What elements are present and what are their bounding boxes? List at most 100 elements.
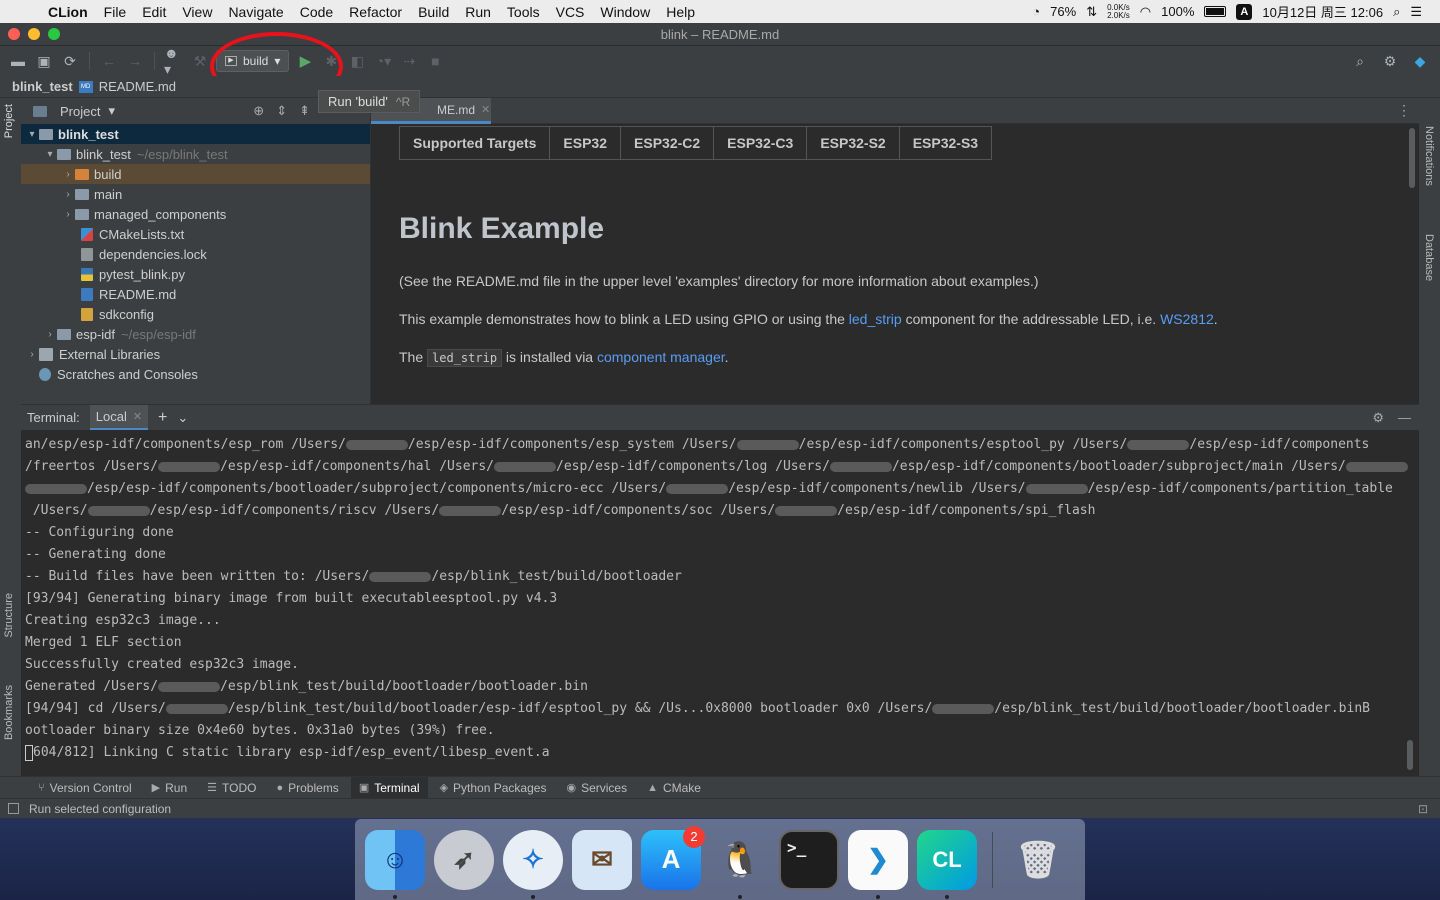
open-folder-icon[interactable]: ▬: [8, 51, 28, 71]
chevron-down-icon[interactable]: ▾: [25, 129, 39, 140]
settings-gear-icon[interactable]: ⚙: [1372, 410, 1384, 426]
hide-panel-icon[interactable]: —: [1398, 410, 1411, 426]
run-button[interactable]: ▶: [295, 51, 315, 71]
breadcrumb-file[interactable]: README.md: [99, 79, 176, 94]
dock-terminal-icon[interactable]: >_: [779, 829, 839, 890]
terminal-tab-local[interactable]: Local ✕: [89, 404, 149, 431]
battery-icon[interactable]: [1204, 6, 1227, 17]
tree-item-project-root[interactable]: ▾ blink_test: [21, 124, 370, 144]
sync-icon[interactable]: ⟳: [60, 51, 80, 71]
menu-build[interactable]: Build: [410, 4, 457, 20]
chevron-down-icon[interactable]: ⌄: [177, 410, 188, 426]
notifications-tool-button[interactable]: Notifications: [1423, 126, 1435, 186]
collapse-all-icon[interactable]: ⇞: [299, 103, 310, 119]
menu-edit[interactable]: Edit: [134, 4, 174, 20]
dock-launchpad-icon[interactable]: ➶: [434, 829, 494, 890]
tree-item-scratches[interactable]: Scratches and Consoles: [21, 364, 370, 384]
terminal-scrollbar[interactable]: [1407, 740, 1413, 770]
dock-finder-icon[interactable]: ☺: [365, 829, 425, 899]
save-all-icon[interactable]: ▣: [34, 51, 54, 71]
chevron-right-icon[interactable]: ›: [61, 209, 75, 220]
menu-window[interactable]: Window: [592, 4, 658, 20]
debug-bug-icon[interactable]: ✱: [321, 51, 341, 71]
menu-refactor[interactable]: Refactor: [341, 4, 410, 20]
tree-item-cmakelists[interactable]: CMakeLists.txt: [21, 224, 370, 244]
settings-gear-icon[interactable]: ⚙: [1380, 51, 1400, 71]
chevron-right-icon[interactable]: ›: [61, 189, 75, 200]
structure-tool-button[interactable]: Structure: [3, 593, 15, 638]
forward-arrow-icon[interactable]: →: [125, 51, 145, 71]
tool-tab-services[interactable]: ◉ Services: [558, 777, 635, 799]
menu-navigate[interactable]: Navigate: [220, 4, 291, 20]
tree-item-build[interactable]: › build: [21, 164, 370, 184]
control-center-icon[interactable]: ☰: [1410, 4, 1422, 20]
menu-tools[interactable]: Tools: [499, 4, 548, 20]
menu-view[interactable]: View: [174, 4, 220, 20]
spotlight-search-icon[interactable]: ⌕: [1393, 4, 1400, 20]
terminal-output[interactable]: an/esp/esp-idf/components/esp_rom /Users…: [21, 430, 1419, 776]
stop-icon[interactable]: ■: [425, 51, 445, 71]
chevron-right-icon[interactable]: ›: [43, 329, 57, 340]
dock-clion-icon[interactable]: CL: [917, 829, 977, 899]
editor-scrollbar[interactable]: [1409, 128, 1415, 188]
run-configuration-selector[interactable]: ▶ build ▾: [216, 50, 290, 72]
ws2812-link[interactable]: WS2812: [1160, 311, 1214, 327]
tree-item-sdkconfig[interactable]: sdkconfig: [21, 304, 370, 324]
lock-icon[interactable]: ⊡: [1418, 802, 1440, 816]
tool-tab-version-control[interactable]: ⑂ Version Control: [30, 777, 140, 799]
attach-debugger-icon[interactable]: ⇢: [399, 51, 419, 71]
user-dropdown-icon[interactable]: ☻▾: [164, 45, 184, 77]
database-tool-button[interactable]: Database: [1423, 234, 1435, 281]
datetime[interactable]: 10月12日 周三 12:06: [1262, 2, 1383, 21]
cpu-ring-icon[interactable]: ◔: [1032, 4, 1040, 19]
dock-vscode-icon[interactable]: ❯: [848, 829, 908, 899]
tool-tab-problems[interactable]: ● Problems: [268, 777, 346, 799]
toggle-tool-windows-icon[interactable]: [8, 803, 19, 814]
menu-file[interactable]: File: [96, 4, 135, 20]
tree-item-esp-idf[interactable]: › esp-idf ~/esp/esp-idf: [21, 324, 370, 344]
menu-run[interactable]: Run: [457, 4, 499, 20]
tree-item-main[interactable]: › main: [21, 184, 370, 204]
close-icon[interactable]: ✕: [133, 410, 142, 423]
project-tool-button[interactable]: Project: [3, 104, 15, 138]
network-speed[interactable]: 0.0K/s 2.0K/s: [1107, 3, 1130, 20]
add-tab-icon[interactable]: +: [158, 409, 167, 427]
dock-app-store-icon[interactable]: A2: [641, 825, 705, 890]
tool-tab-terminal[interactable]: ▣ Terminal: [350, 776, 428, 799]
dock-trash-icon[interactable]: 🗑: [1008, 830, 1068, 890]
locate-file-icon[interactable]: ⊕: [253, 103, 264, 119]
chevron-right-icon[interactable]: ›: [61, 169, 75, 180]
menu-help[interactable]: Help: [658, 4, 703, 20]
menu-vcs[interactable]: VCS: [548, 4, 593, 20]
component-manager-link[interactable]: component manager: [597, 349, 725, 365]
search-everywhere-icon[interactable]: ⌕: [1350, 51, 1370, 71]
menu-app-clion[interactable]: CLion: [40, 4, 96, 20]
tool-tab-python-packages[interactable]: ◈ Python Packages: [432, 777, 555, 799]
breadcrumb-project[interactable]: blink_test: [12, 79, 73, 94]
led-strip-link[interactable]: led_strip: [849, 311, 902, 327]
input-source-icon[interactable]: A: [1236, 3, 1253, 20]
jetbrains-toolbox-icon[interactable]: ◆: [1410, 51, 1430, 71]
tool-tab-cmake[interactable]: ▲ CMake: [639, 777, 709, 799]
chevron-down-icon[interactable]: ▾: [108, 103, 115, 119]
close-icon[interactable]: ✕: [481, 103, 490, 116]
run-coverage-icon[interactable]: ◧: [347, 51, 367, 71]
tree-item-dependencies-lock[interactable]: dependencies.lock: [21, 244, 370, 264]
dock-qq-icon[interactable]: 🐧: [710, 830, 770, 899]
menu-code[interactable]: Code: [292, 4, 341, 20]
tree-item-pytest-blink[interactable]: pytest_blink.py: [21, 264, 370, 284]
build-hammer-icon[interactable]: ⚒: [190, 51, 210, 71]
more-options-icon[interactable]: ⋮: [1397, 102, 1411, 119]
dock-mail-icon[interactable]: ✉: [572, 829, 632, 890]
profiler-dropdown-icon[interactable]: ◔▾: [373, 51, 393, 71]
tree-item-readme[interactable]: README.md: [21, 284, 370, 304]
chevron-right-icon[interactable]: ›: [25, 349, 39, 360]
chevron-down-icon[interactable]: ▾: [43, 149, 57, 160]
tree-item-blink-test[interactable]: ▾ blink_test ~/esp/blink_test: [21, 144, 370, 164]
bookmarks-tool-button[interactable]: Bookmarks: [3, 685, 15, 740]
tool-tab-todo[interactable]: ☰ TODO: [199, 777, 264, 799]
tree-item-external-libraries[interactable]: › External Libraries: [21, 344, 370, 364]
tree-item-managed-components[interactable]: › managed_components: [21, 204, 370, 224]
dock-safari-icon[interactable]: ✧: [503, 829, 563, 899]
tool-tab-run[interactable]: ▶ Run: [144, 777, 195, 799]
